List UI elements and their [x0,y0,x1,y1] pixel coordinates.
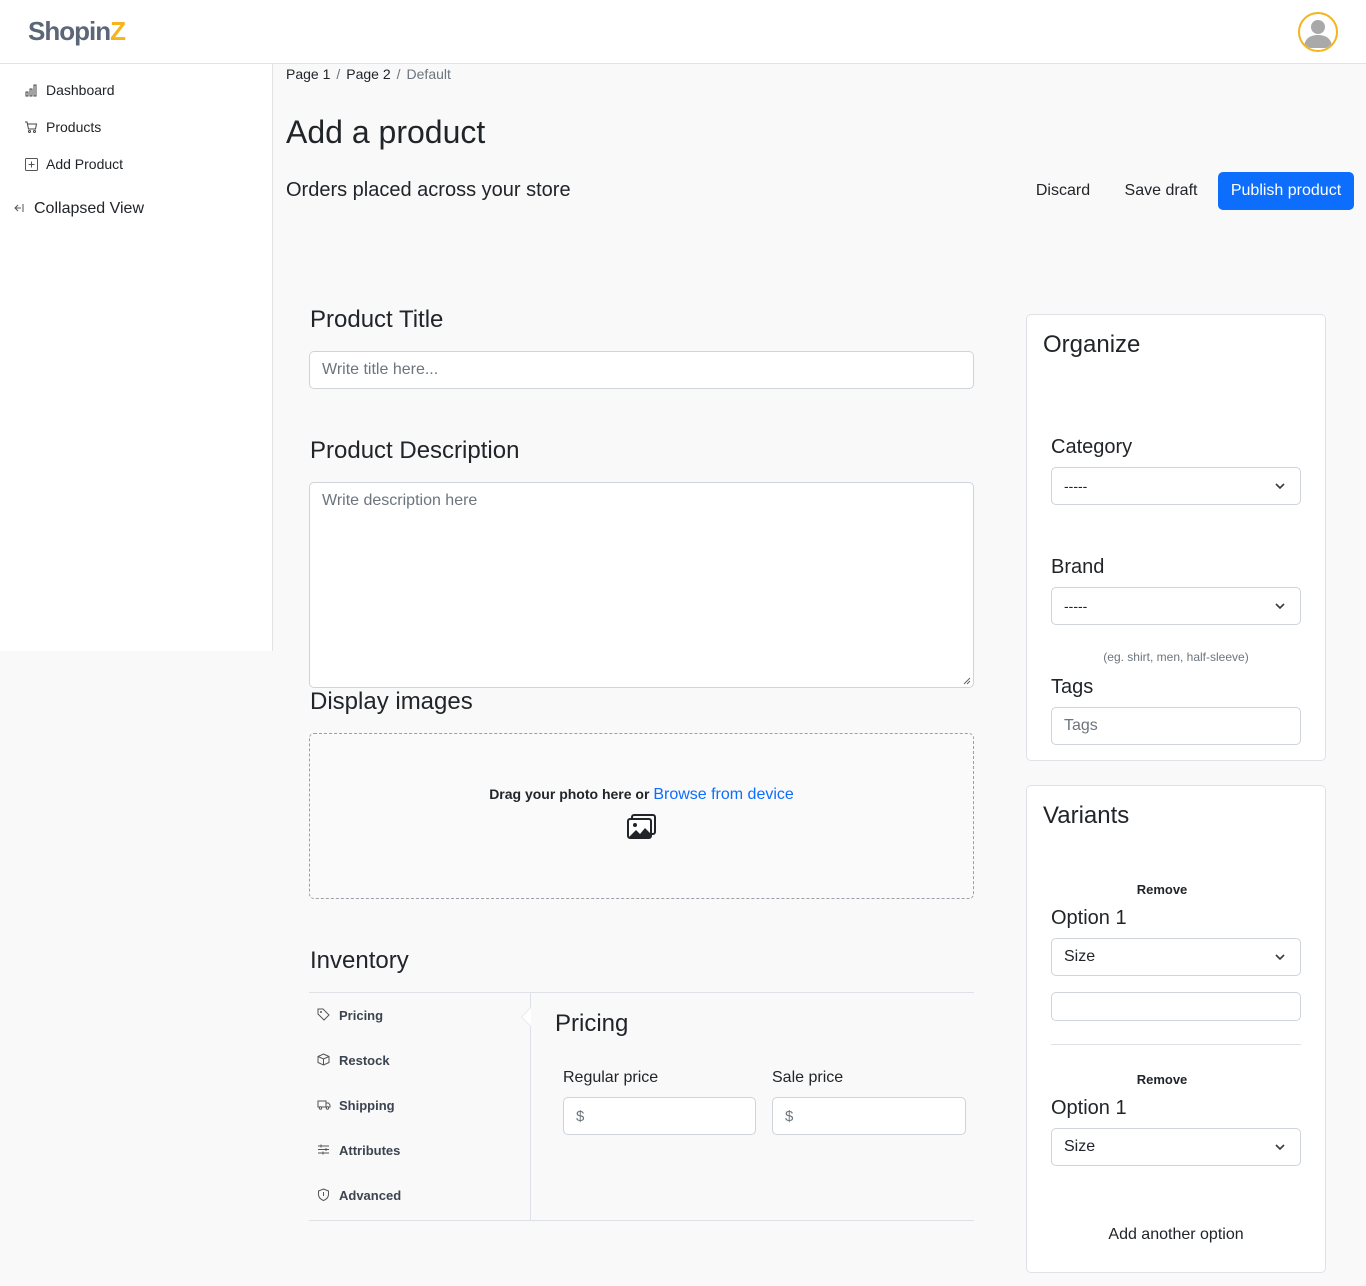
product-title-label: Product Title [310,306,444,333]
sale-price-label: Sale price [772,1069,844,1086]
publish-product-button[interactable]: Publish product [1218,172,1354,210]
inventory-title: Inventory [310,947,409,974]
regular-price-label: Regular price [563,1069,659,1086]
option-values-input[interactable] [1051,992,1301,1021]
regular-price-input[interactable]: $ [563,1097,756,1135]
organize-card: Organize Category ----- Brand ----- (eg.… [1026,314,1326,761]
variants-title: Variants [1043,802,1130,829]
chevron-down-icon [1275,603,1285,610]
brand-select[interactable]: ----- [1051,587,1301,625]
tab-shipping[interactable]: Shipping [317,1095,395,1115]
user-avatar[interactable] [1298,12,1338,52]
option-value: Size [1064,948,1096,965]
breadcrumb-separator: / [396,66,401,82]
sidebar-item-label: Add Product [46,156,124,172]
breadcrumb-page-2[interactable]: Page 2 [346,66,390,82]
tab-attributes[interactable]: Attributes [317,1140,400,1160]
logo-accent: Z [110,16,126,46]
tab-label: Advanced [339,1187,402,1203]
chevron-down-icon [1275,1144,1285,1151]
box-icon [317,1053,331,1067]
save-draft-button[interactable]: Save draft [1114,172,1208,210]
plus-square-icon [24,157,38,171]
category-label: Category [1051,436,1133,458]
image-dropzone[interactable]: Drag your photo here or Browse from devi… [309,733,974,899]
collapse-icon [12,202,26,217]
tab-advanced[interactable]: Advanced [317,1185,401,1205]
option-divider [1051,1044,1301,1045]
images-icon [627,814,656,839]
category-select[interactable]: ----- [1051,467,1301,505]
breadcrumb: Page 1 / Page 2 / Default [286,66,451,82]
tags-label: Tags [1051,676,1094,698]
tab-pricing[interactable]: Pricing [317,1005,383,1025]
product-description-label: Product Description [310,437,520,464]
cart-icon [24,120,38,134]
tab-label: Attributes [339,1142,401,1158]
tab-label: Restock [339,1052,390,1068]
inventory-tabs: Pricing Restock Shipping Attributes Adva… [309,993,531,1220]
user-icon [1304,20,1332,48]
breadcrumb-current: Default [406,66,451,82]
collapse-label: Collapsed View [34,200,144,217]
sidebar-item-add-product[interactable]: Add Product [24,154,123,174]
chevron-down-icon [1275,954,1285,961]
product-description-textarea[interactable]: Write description here [309,482,974,688]
organize-title: Organize [1043,331,1141,358]
remove-option-button[interactable]: Remove [1027,1072,1297,1087]
dropzone-text: Drag your photo here or Browse from devi… [310,786,973,804]
truck-icon [317,1098,331,1112]
discard-button[interactable]: Discard [1024,172,1102,210]
breadcrumb-page-1[interactable]: Page 1 [286,66,330,82]
product-title-input[interactable]: Write title here... [309,351,974,389]
drop-instruction: Drag your photo here or [489,786,650,802]
add-another-option-button[interactable]: Add another option [1027,1226,1325,1244]
page-title: Add a product [286,114,486,150]
chevron-down-icon [1275,483,1285,490]
collapse-sidebar-button[interactable]: Collapsed View [12,200,144,218]
sidebar: Dashboard Products Add Product Collapsed… [0,64,273,651]
tab-restock[interactable]: Restock [317,1050,390,1070]
breadcrumb-separator: / [336,66,341,82]
shield-icon [317,1188,331,1202]
variants-card: Variants Remove Option 1 Size Remove Opt… [1026,785,1326,1273]
category-value: ----- [1064,478,1088,494]
logo-text: Shopin [28,16,111,46]
browse-device-link[interactable]: Browse from device [653,786,794,803]
active-tab-indicator [521,1007,531,1027]
sidebar-item-label: Products [46,119,102,135]
logo[interactable]: ShopinZ [28,16,126,47]
remove-option-button[interactable]: Remove [1027,882,1297,897]
bar-chart-icon [24,83,38,97]
sidebar-item-label: Dashboard [46,82,115,98]
tab-label: Shipping [339,1097,395,1113]
option-label: Option 1 [1051,907,1127,929]
display-images-label: Display images [310,688,473,715]
inventory-divider-bottom [309,1220,974,1221]
option-label: Option 1 [1051,1097,1127,1119]
tab-label: Pricing [339,1007,384,1023]
page-subtitle: Orders placed across your store [286,179,571,201]
sidebar-item-dashboard[interactable]: Dashboard [24,80,115,100]
tags-input[interactable]: Tags [1051,707,1301,745]
sliders-icon [317,1143,331,1157]
option-value: Size [1064,1138,1096,1155]
top-navbar: ShopinZ [0,0,1366,64]
pricing-title: Pricing [555,1010,629,1037]
resize-handle-icon[interactable] [963,677,971,685]
sale-price-input[interactable]: $ [772,1097,966,1135]
brand-label: Brand [1051,556,1105,578]
description-placeholder: Write description here [322,492,478,509]
option-select[interactable]: Size [1051,1128,1301,1166]
tag-icon [317,1008,331,1022]
option-select[interactable]: Size [1051,938,1301,976]
sidebar-item-products[interactable]: Products [24,117,101,137]
brand-value: ----- [1064,598,1088,614]
tags-hint: (eg. shirt, men, half-sleeve) [1103,650,1249,664]
